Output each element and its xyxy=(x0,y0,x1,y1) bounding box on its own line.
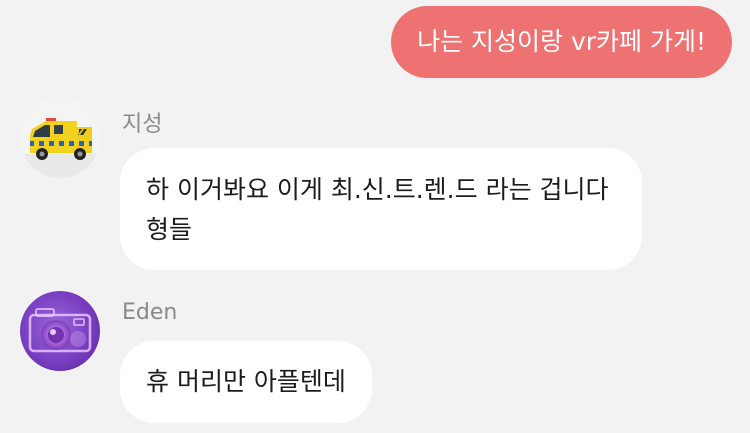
camera-avatar-icon[interactable] xyxy=(20,291,100,371)
ambulance-avatar-icon[interactable] xyxy=(20,98,100,178)
incoming-message-bubble[interactable]: 하 이거봐요 이게 최.신.트.렌.드 라는 겁니다 형들 xyxy=(120,148,642,270)
outgoing-message-bubble[interactable]: 나는 지성이랑 vr카페 가게! xyxy=(391,6,732,78)
sender-name: 지성 xyxy=(122,112,163,137)
incoming-message-bubble[interactable]: 휴 머리만 아플텐데 xyxy=(120,341,372,423)
sender-name: Eden xyxy=(122,300,178,325)
chat-thread: 나는 지성이랑 vr카페 가게! 지성 하 이거봐요 이게 최.신.트.렌.드 … xyxy=(0,0,750,433)
